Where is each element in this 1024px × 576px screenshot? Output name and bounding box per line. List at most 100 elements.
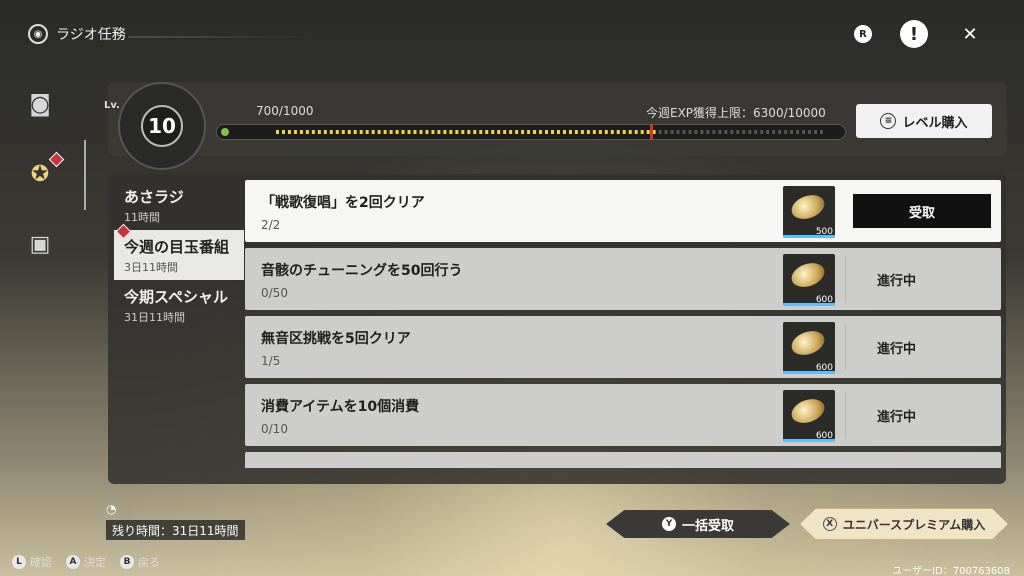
task-row-partial (245, 452, 1001, 468)
exp-tick (682, 130, 686, 134)
exp-tick (371, 130, 375, 134)
page-title: ラジオ任務 (56, 27, 126, 43)
level-label: Lv. (104, 100, 120, 111)
exp-tick (473, 130, 477, 134)
task-row: 無音区挑戦を5回クリア 1/5 600 進行中 (245, 316, 1001, 378)
x-button-icon: X (822, 517, 837, 531)
exp-tick (784, 130, 788, 134)
exp-tick (796, 130, 800, 134)
task-progress: 1/5 (261, 354, 281, 368)
exp-tick (281, 130, 285, 134)
exp-tick (329, 130, 333, 134)
task-title: 「戦歌復唱」を2回クリア (261, 195, 425, 211)
exp-tick (389, 130, 393, 134)
exp-tick (551, 130, 554, 134)
category-name: あさラジ (124, 188, 184, 206)
y-button-icon: Y (661, 517, 676, 531)
claim-button[interactable]: 受取 (853, 194, 991, 228)
exp-tick (778, 130, 782, 134)
exp-tick (634, 130, 638, 134)
exp-tick (323, 130, 327, 134)
exp-tick (341, 130, 345, 134)
reward-item[interactable]: 600 (783, 390, 835, 442)
exp-tick (299, 130, 303, 134)
exp-tick (718, 130, 722, 134)
nav-indicator (84, 140, 86, 210)
reward-rarity-bar (783, 371, 835, 374)
l-button-icon: L (12, 555, 26, 569)
exp-tick (592, 130, 596, 134)
exp-tick (754, 130, 758, 134)
hint-label: 決定 (84, 556, 106, 569)
task-status: 進行中 (877, 410, 917, 425)
reward-rarity-bar (783, 303, 835, 306)
exp-tick (652, 130, 656, 134)
category-item-active[interactable]: 今週の目玉番組 3日11時間 (114, 223, 244, 280)
exp-tick (347, 130, 351, 134)
exp-progress-ticks (276, 130, 824, 134)
hint-label: 戻る (138, 556, 160, 569)
exp-tick (449, 130, 453, 134)
task-status: 進行中 (877, 274, 917, 289)
reward-item[interactable]: 500 (783, 186, 835, 238)
exp-current: 700/1000 (256, 104, 314, 118)
menu-icon: ≡ (880, 113, 897, 129)
exp-tick (311, 130, 315, 134)
exp-tick (407, 130, 411, 134)
exp-tick (359, 130, 363, 134)
nav-box-icon[interactable]: ▣ (18, 222, 62, 266)
exp-tick (598, 130, 602, 134)
exp-tick (586, 130, 590, 134)
level-value: 10 (141, 105, 183, 147)
exp-tick (568, 130, 572, 134)
weekly-exp-limit: 今週EXP獲得上限：6300/10000 (646, 106, 826, 120)
exp-tick (610, 130, 614, 134)
exp-tick (814, 130, 818, 134)
radio-logo-icon: ◉ (28, 24, 48, 44)
divider (845, 256, 846, 302)
category-item[interactable]: 今期スペシャル 31日11時間 (114, 280, 244, 330)
exp-tick (479, 130, 483, 134)
reward-coin-icon (788, 326, 828, 360)
task-row: 消費アイテムを10個消費 0/10 600 進行中 (245, 384, 1001, 446)
info-icon[interactable]: ! (900, 20, 928, 48)
exp-tick (437, 130, 441, 134)
clock-icon: ◔ (106, 502, 117, 516)
b-button-icon: B (120, 555, 134, 569)
close-icon[interactable]: ✕ (956, 20, 984, 48)
exp-tick (556, 130, 560, 134)
exp-tick (688, 130, 692, 134)
exp-tick (353, 130, 357, 134)
premium-purchase-button[interactable]: X ユニバースプレミアム購入 (800, 508, 1008, 540)
exp-tick (485, 130, 489, 134)
nav-radio-mission-icon[interactable]: ✪ (18, 151, 65, 196)
bulk-claim-button[interactable]: Y 一括受取 (606, 510, 790, 538)
top-icons: R ! ✕ (854, 20, 984, 48)
reward-item[interactable]: 600 (783, 322, 835, 374)
exp-tick (712, 130, 716, 134)
user-id: ユーザーID：700763608 (892, 566, 1010, 576)
buy-level-button[interactable]: ≡ レベル購入 (856, 104, 992, 138)
exp-tick (527, 130, 531, 134)
app-title: ◉ ラジオ任務 (28, 24, 126, 44)
divider (845, 324, 846, 370)
exp-tick (658, 130, 662, 134)
exp-tick (616, 130, 620, 134)
exp-tick (383, 130, 387, 134)
r-button-icon[interactable]: R (854, 25, 872, 43)
reward-item[interactable]: 600 (783, 254, 835, 306)
exp-tick (377, 130, 381, 134)
category-name: 今週の目玉番組 (124, 238, 230, 256)
exp-tick (664, 130, 668, 134)
exp-tick (521, 130, 525, 134)
exp-tick (694, 130, 698, 134)
exp-tick (413, 130, 417, 134)
task-row: 音骸のチューニングを50回行う 0/50 600 進行中 (245, 248, 1001, 310)
exp-tick (395, 130, 399, 134)
exp-tick (790, 130, 794, 134)
reward-coin-icon (788, 394, 828, 428)
control-hints: L 確認 A 決定 B 戻る (12, 554, 160, 570)
nav-record-icon[interactable]: ◙ (18, 82, 62, 126)
category-item[interactable]: あさラジ 11時間 (114, 180, 244, 230)
category-time: 31日11時間 (124, 311, 185, 324)
